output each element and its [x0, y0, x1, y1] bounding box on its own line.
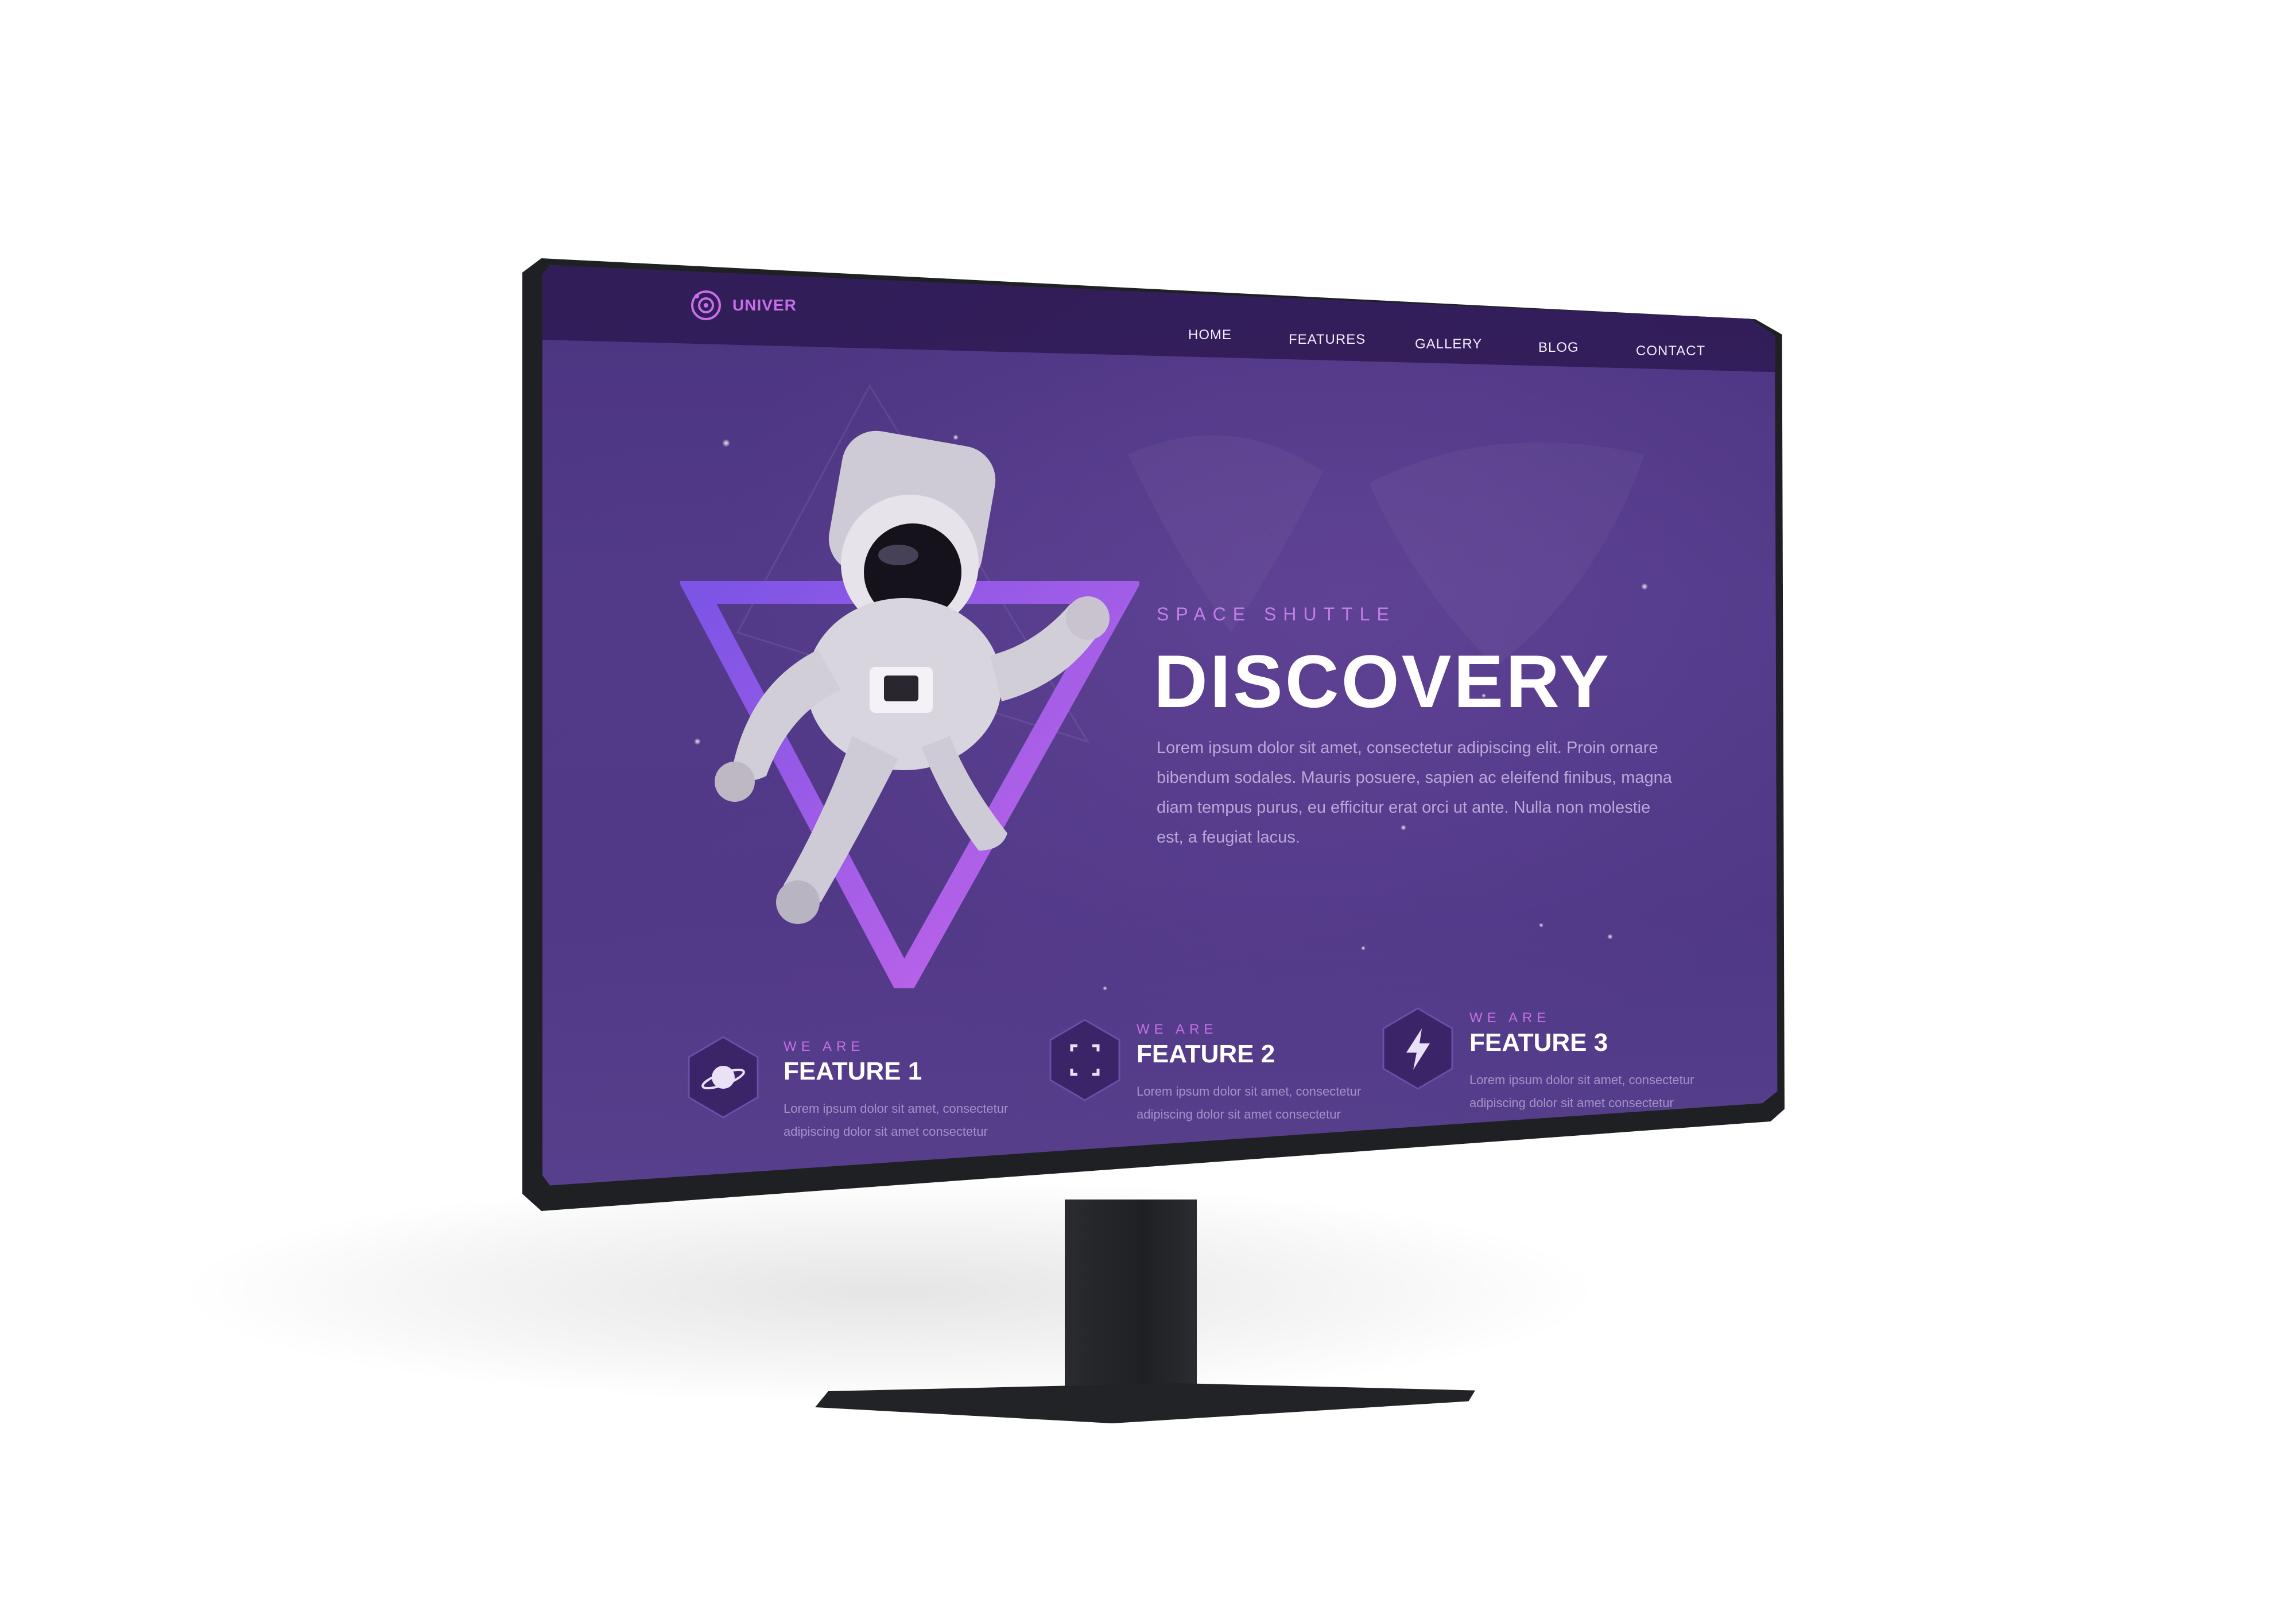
hero-description: Lorem ipsum dolor sit amet, consectetur … [1157, 739, 1672, 847]
astronaut-figure [715, 430, 1110, 924]
nav-home[interactable]: HOME [1188, 327, 1232, 343]
feature-3-eyebrow: WE ARE [1469, 1010, 1551, 1026]
feature-3-hexagon [1382, 1007, 1453, 1090]
feature-2-eyebrow: WE ARE [1137, 1022, 1218, 1037]
brand-logo[interactable]: UNIVER [689, 288, 797, 323]
feature-3-text: Lorem ipsum dolor sit amet, consectetur … [1469, 1073, 1694, 1110]
feature-2-hexagon [1049, 1019, 1120, 1101]
website-page: UNIVER HOME FEATURES GALLERY BLOG CONTAC… [542, 265, 1778, 1186]
mockup-stage: UNIVER HOME FEATURES GALLERY BLOG CONTAC… [0, 0, 2296, 1607]
feature-3-title: FEATURE 3 [1469, 1028, 1608, 1057]
orbit-logo-icon [691, 290, 721, 320]
monitor-screen: UNIVER HOME FEATURES GALLERY BLOG CONTAC… [542, 265, 1778, 1186]
feature-2-text: Lorem ipsum dolor sit amet, consectetur … [1137, 1084, 1362, 1121]
feature-2-title: FEATURE 2 [1137, 1040, 1275, 1068]
feature-1-text: Lorem ipsum dolor sit amet, consectetur … [784, 1101, 1009, 1139]
feature-1-eyebrow: WE ARE [784, 1039, 865, 1054]
hero-illustration [680, 430, 1139, 988]
nav-contact[interactable]: CONTACT [1636, 343, 1705, 359]
nav-blog[interactable]: BLOG [1538, 340, 1579, 356]
monitor-stand-neck [1065, 1200, 1197, 1403]
hero-title: DISCOVERY [1154, 639, 1611, 723]
floor-shadow [172, 1177, 1607, 1406]
feature-1-title: FEATURE 1 [784, 1057, 922, 1085]
nav-features[interactable]: FEATURES [1289, 332, 1366, 348]
brand-name: UNIVER [732, 296, 797, 314]
hero-eyebrow: SPACE SHUTTLE [1157, 604, 1396, 624]
feature-1-hexagon [688, 1036, 759, 1119]
nav-gallery[interactable]: GALLERY [1415, 336, 1482, 352]
